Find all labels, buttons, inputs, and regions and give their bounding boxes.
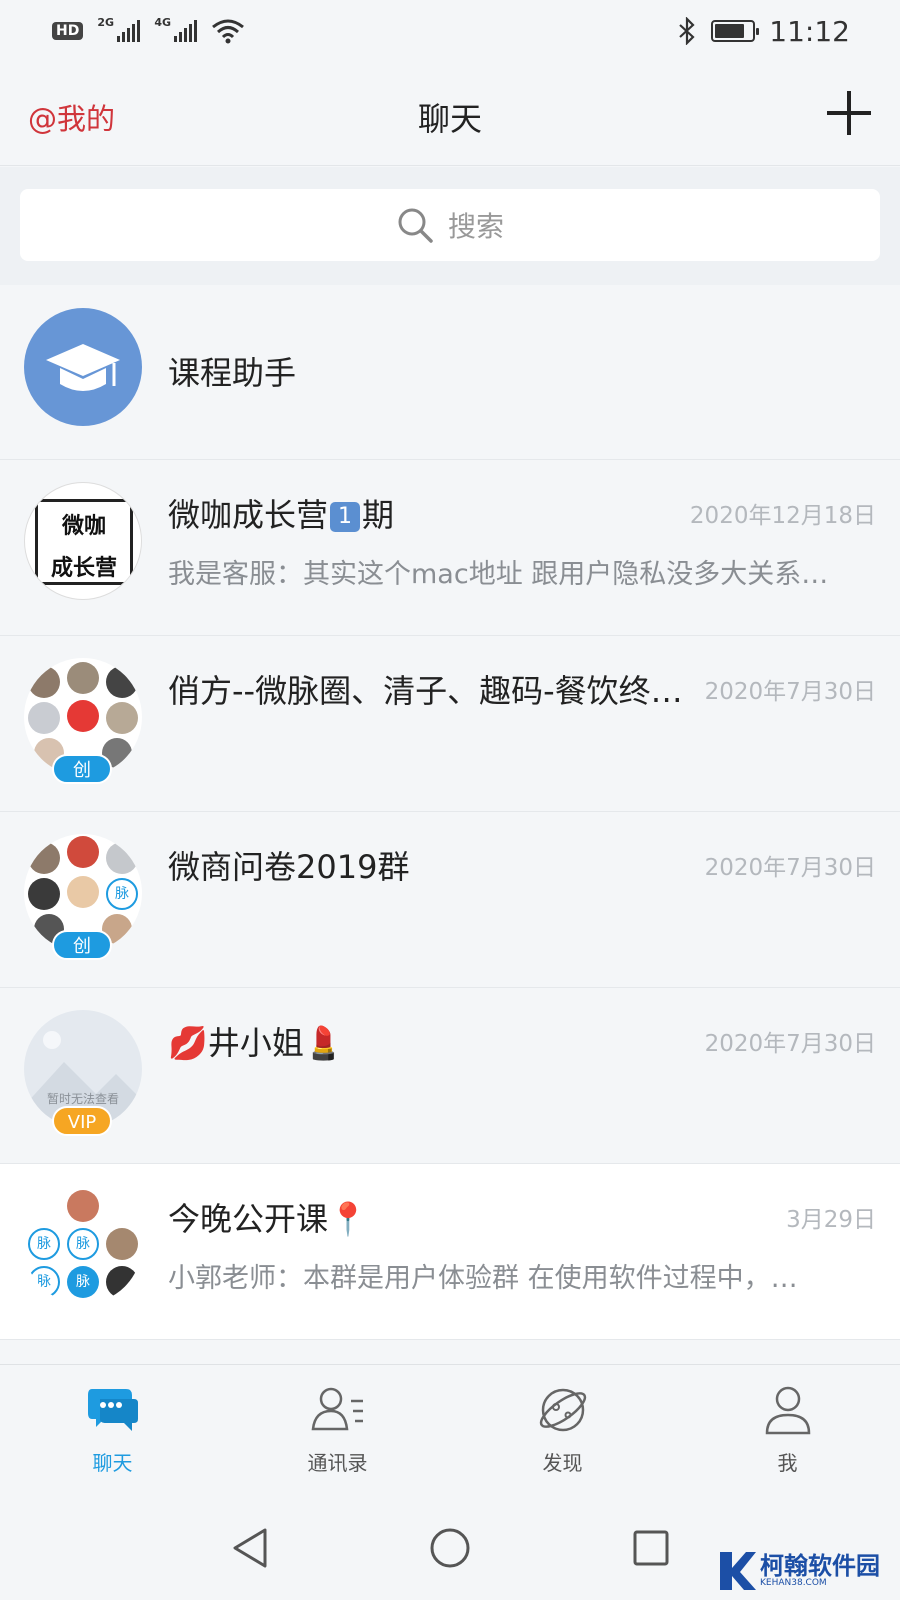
chat-bubble-icon [87,1389,138,1431]
status-left: HD 2G 4G [52,16,245,44]
mai-icon: 脉 [28,1266,60,1298]
sim2-label: 4G [154,16,172,29]
page-title: 聊天 [417,100,482,138]
recents-icon[interactable] [631,1528,671,1568]
mai-icon: 脉 [67,1266,99,1298]
bottom-nav: 聊天 通讯录 发现 我 [0,1364,900,1496]
tab-label: 通讯录 [307,1451,368,1475]
plus-icon[interactable] [824,88,874,138]
chat-message: 小郭老师：本群是用户体验群 在使用软件过程中，… [168,1263,798,1294]
chat-time: 2020年12月18日 [689,503,876,529]
chat-name: 微咖成长营 1 期 [168,490,394,536]
chat-name: 今晚公开课📍 [168,1200,368,1238]
mai-icon: 脉 [28,1228,60,1260]
tab-me[interactable]: 我 [675,1365,900,1496]
chat-item-course-assistant[interactable]: 课程助手 [0,286,900,460]
search-bar: 搜索 [0,167,900,285]
chat-name: 课程助手 [168,354,297,392]
number-badge: 1 [330,502,361,532]
search-icon [398,208,433,243]
chat-name-prefix: 微咖成长营 [168,496,329,534]
tab-chat[interactable]: 聊天 [0,1365,225,1496]
avatar-caption: 暂时无法查看 [46,1092,119,1106]
tab-label: 聊天 [92,1451,133,1475]
watermark-logo-icon [720,1552,756,1590]
avatar [24,308,142,426]
watermark: 柯翰软件园 KEHAN38.COM [716,1550,880,1592]
search-input[interactable]: 搜索 [20,189,880,261]
contacts-icon [311,1387,363,1431]
chat-message: 我是客服：其实这个mac地址 跟用户隐私没多大关系… [168,559,829,590]
chat-item[interactable]: 脉 创 微商问卷2019群 2020年7月30日 [0,812,900,988]
clock: 11:12 [769,14,850,48]
mai-icon: 脉 [67,1228,99,1260]
tab-label: 发现 [542,1451,583,1475]
tab-contacts[interactable]: 通讯录 [225,1365,450,1496]
vip-badge: VIP [52,1106,112,1136]
search-placeholder: 搜索 [447,210,504,243]
chat-name: 俏方--微脉圈、清子、趣码-餐饮终… [168,672,683,710]
chat-item[interactable]: 脉 脉 脉 脉 今晚公开课📍 3月29日 小郭老师：本群是用户体验群 在使用软件… [0,1164,900,1340]
chat-name: 💋井小姐💄 [168,1024,344,1062]
sim1-label: 2G [97,16,115,29]
discover-icon [539,1388,586,1432]
tab-label: 我 [777,1451,798,1475]
signal-icon: 2G [97,16,141,42]
chat-item[interactable]: 创 俏方--微脉圈、清子、趣码-餐饮终… 2020年7月30日 [0,636,900,812]
app-header: @我的 聊天 [0,62,900,166]
bluetooth-icon [679,17,695,45]
tab-discover[interactable]: 发现 [450,1365,675,1496]
chat-name-suffix: 期 [362,496,395,534]
chat-name: 微商问卷2019群 [168,848,410,886]
chat-time: 2020年7月30日 [704,1031,876,1057]
graduation-cap-icon [46,344,120,391]
avatar: 微咖 成长营 [24,482,142,600]
avatar-text: 微咖 [61,514,106,539]
profile-icon [765,1386,810,1435]
hd-badge: HD [52,22,84,40]
creator-badge: 创 [52,754,112,784]
watermark-text: 柯翰软件园 [760,1552,880,1580]
status-bar: HD 2G 4G 11:12 [0,0,900,62]
status-right: 11:12 [677,15,850,48]
chat-time: 3月29日 [786,1207,876,1233]
signal-icon: 4G [154,16,198,42]
mai-icon: 脉 [106,878,138,910]
chat-list: 课程助手 微咖 成长营 微咖成长营 1 期 2020年12月18日 我是客服：其实这… [0,286,900,1340]
chat-item[interactable]: 微咖 成长营 微咖成长营 1 期 2020年12月18日 我是客服：其实这个mac地… [0,460,900,636]
back-icon[interactable] [229,1526,269,1570]
chat-time: 2020年7月30日 [704,855,876,881]
home-icon[interactable] [428,1526,472,1570]
creator-badge: 创 [52,930,112,960]
battery-fill [715,24,745,38]
avatar-text: 成长营 [50,556,117,581]
wifi-icon [212,19,245,44]
battery-icon [711,20,760,42]
watermark-text-block: 柯翰软件园 KEHAN38.COM [760,1554,880,1588]
group-avatar: 脉 脉 脉 脉 [24,1186,142,1304]
chat-item[interactable]: 暂时无法查看 VIP 💋井小姐💄 2020年7月30日 [0,988,900,1164]
chat-time: 2020年7月30日 [704,679,876,705]
